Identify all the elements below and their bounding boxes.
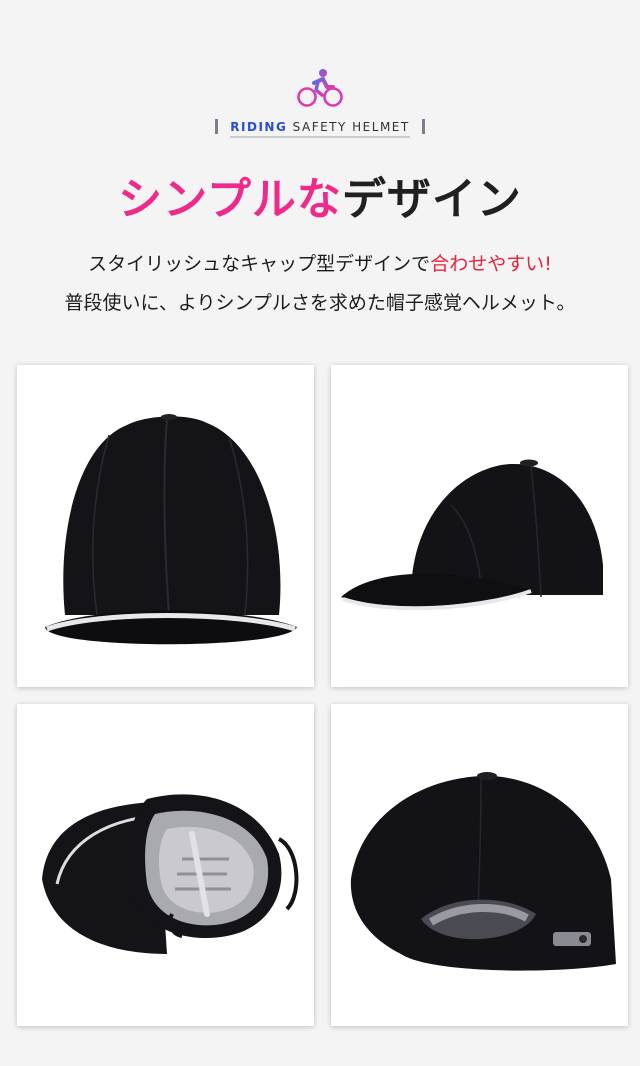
cap-back-view	[331, 704, 628, 1026]
headline: シンプルなデザイン	[0, 168, 640, 232]
cap-side-view	[331, 365, 628, 687]
headline-dark: デザイン	[341, 174, 522, 225]
headline-pink: シンプルな	[118, 174, 342, 225]
bicycle-rider-icon	[297, 69, 343, 107]
subtext-line-1-main: スタイリッシュなキャップ型デザインで	[88, 253, 431, 275]
subtext-line-1: スタイリッシュなキャップ型デザインで合わせやすい!	[0, 249, 640, 279]
cap-front-view	[17, 365, 314, 687]
tag-safety-helmet: SAFETY HELMET	[292, 120, 410, 134]
subtext-line-1-accent: 合わせやすい!	[430, 253, 552, 275]
divider	[215, 119, 219, 134]
cap-underside-view	[17, 704, 314, 1026]
brand-tagline: RIDING SAFETY HELMET	[0, 119, 640, 138]
subtext-line-2: 普段使いに、よりシンプルさを求めた帽子感覚ヘルメット。	[64, 292, 576, 314]
divider	[421, 119, 425, 134]
tag-riding: RIDING	[230, 120, 288, 134]
